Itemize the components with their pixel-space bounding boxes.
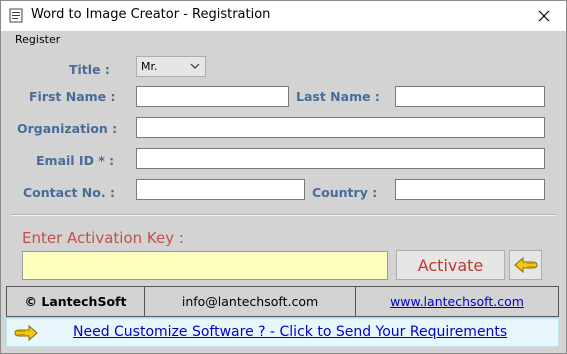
contact-label: Contact No. :	[23, 185, 115, 200]
first-name-label: First Name :	[29, 89, 116, 104]
website-cell: www.lantechsoft.com	[356, 287, 558, 316]
window-title: Word to Image Creator - Registration	[31, 7, 271, 22]
back-button[interactable]	[509, 250, 542, 280]
section-divider	[11, 214, 556, 216]
activate-button[interactable]: Activate	[396, 250, 505, 280]
hand-pointing-left-icon	[513, 256, 538, 274]
activation-key-label: Enter Activation Key :	[22, 229, 184, 247]
footer-bar: © LantechSoft info@lantechsoft.com www.l…	[6, 286, 559, 317]
copyright-text: © LantechSoft	[7, 287, 145, 316]
hand-pointing-right-icon	[14, 324, 38, 342]
close-button[interactable]	[521, 1, 566, 30]
customize-software-link[interactable]: Need Customize Software ? - Click to Sen…	[73, 324, 507, 340]
app-icon	[9, 8, 23, 23]
client-area: Register Title : Mr. First Name : Last N…	[1, 31, 566, 353]
title-bar: Word to Image Creator - Registration	[1, 1, 566, 31]
organization-label: Organization :	[17, 121, 118, 136]
last-name-label: Last Name :	[296, 89, 380, 104]
customize-banner: Need Customize Software ? - Click to Sen…	[6, 318, 559, 347]
email-label: Email ID * :	[36, 153, 115, 168]
contact-input[interactable]	[136, 179, 305, 200]
support-email: info@lantechsoft.com	[145, 287, 356, 316]
activation-key-input[interactable]	[22, 251, 388, 280]
website-link[interactable]: www.lantechsoft.com	[390, 294, 524, 309]
register-group-label: Register	[15, 33, 61, 46]
first-name-input[interactable]	[136, 86, 289, 107]
title-select-value: Mr.	[141, 60, 158, 73]
last-name-input[interactable]	[395, 86, 545, 107]
country-label: Country :	[312, 185, 378, 200]
chevron-down-icon	[190, 63, 200, 69]
organization-input[interactable]	[136, 117, 545, 138]
email-input[interactable]	[136, 148, 545, 169]
title-select[interactable]: Mr.	[136, 56, 206, 77]
country-input[interactable]	[395, 179, 545, 200]
title-label: Title :	[69, 62, 110, 77]
registration-window: Word to Image Creator - Registration Reg…	[0, 0, 567, 354]
close-icon	[538, 10, 549, 21]
